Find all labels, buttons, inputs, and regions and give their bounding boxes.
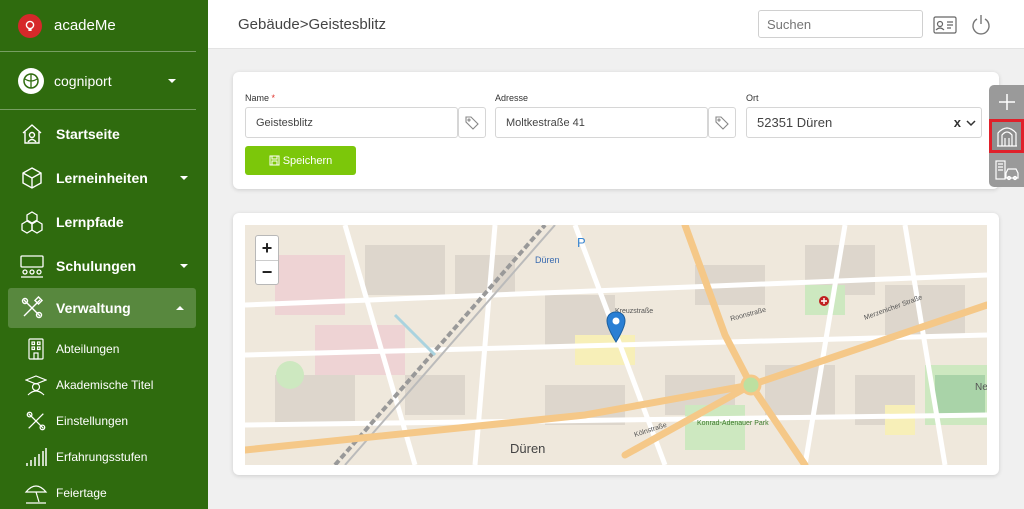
breadcrumb: Gebäude>Geistesblitz — [238, 16, 386, 33]
beach-umbrella-icon — [24, 481, 48, 505]
sidebar-item-label: Lerneinheiten — [56, 170, 148, 186]
add-button[interactable] — [989, 85, 1024, 119]
home-icon — [18, 120, 46, 148]
lightbulb-icon — [18, 13, 42, 38]
building-icon — [24, 337, 48, 361]
sidebar-item-label: Lernpfade — [56, 214, 124, 230]
sidebar-subitem-label: Einstellungen — [56, 414, 129, 428]
save-label: Speichern — [282, 154, 333, 167]
city-label: Ort — [746, 93, 759, 103]
chevron-up-icon — [176, 306, 184, 310]
sidebar-subitem-abteilungen[interactable]: Abteilungen — [0, 331, 208, 367]
sidebar-item-label: Startseite — [56, 126, 120, 142]
breadcrumb-current: Geistesblitz — [308, 16, 387, 33]
zoom-out-button[interactable]: − — [256, 260, 278, 284]
tag-icon[interactable] — [708, 107, 736, 138]
sidebar-subitem-label: Abteilungen — [56, 342, 120, 356]
map-label-parking: P — [577, 235, 586, 250]
plus-icon — [998, 94, 1015, 110]
building-entrance-button[interactable] — [989, 119, 1024, 153]
sidebar-item-startseite[interactable]: Startseite — [0, 112, 208, 156]
organization-name: cogniport — [54, 72, 112, 89]
id-card-icon[interactable] — [932, 12, 958, 38]
clear-icon[interactable]: x — [954, 115, 961, 130]
sidebar-subitem-label: Erfahrungsstufen — [56, 450, 148, 464]
tools-icon — [18, 294, 46, 322]
chevron-down-icon — [180, 264, 188, 268]
name-field[interactable]: Geistesblitz — [245, 107, 458, 138]
sidebar-item-label: Verwaltung — [56, 300, 131, 316]
sidebar-item-lerneinheiten[interactable]: Lerneinheiten — [0, 156, 208, 200]
floppy-icon — [269, 155, 280, 166]
tools-icon — [24, 409, 48, 433]
organization-selector[interactable]: cogniport — [0, 52, 196, 110]
chevron-down-icon[interactable] — [966, 116, 976, 131]
sidebar-subitem-label: Akademische Titel — [56, 378, 154, 392]
map[interactable]: Düren Düren P Konrad-Adenauer Park Ne Ro… — [245, 225, 987, 465]
sidebar-item-label: Schulungen — [56, 258, 137, 274]
breadcrumb-parent[interactable]: Gebäude — [238, 16, 300, 33]
name-label: Name * — [245, 93, 276, 103]
building-form: Name * Geistesblitz Adresse Moltkestraße… — [233, 72, 999, 189]
bars-icon — [24, 445, 48, 469]
main-nav: Startseite Lerneinheiten Lernpfade Schul… — [0, 110, 208, 509]
sidebar-item-lernpfade[interactable]: Lernpfade — [0, 200, 208, 244]
cubes-icon — [18, 208, 46, 236]
side-action-rail — [989, 85, 1024, 187]
search-input[interactable] — [758, 10, 923, 38]
sidebar-subitem-einstellungen[interactable]: Einstellungen — [0, 403, 208, 439]
map-label-park: Konrad-Adenauer Park — [697, 420, 769, 427]
sidebar-subitem-label: Feiertage — [56, 486, 107, 500]
power-icon[interactable] — [968, 12, 994, 38]
sidebar-subitem-erfahrungsstufen[interactable]: Erfahrungsstufen — [0, 439, 208, 475]
brand[interactable]: acadeMe — [0, 0, 196, 52]
address-field[interactable]: Moltkestraße 41 — [495, 107, 708, 138]
chevron-down-icon — [168, 78, 176, 83]
graduate-icon — [24, 373, 48, 397]
classroom-icon — [18, 252, 46, 280]
cube-icon — [18, 164, 46, 192]
city-select[interactable]: 52351 Düren x — [746, 107, 982, 138]
breadcrumb-separator: > — [299, 16, 309, 33]
zoom-control: + − — [255, 235, 279, 285]
tag-icon[interactable] — [458, 107, 486, 138]
building-car-icon — [994, 160, 1019, 181]
city-value: 52351 Düren — [757, 115, 833, 130]
top-header: Gebäude>Geistesblitz — [208, 0, 1024, 49]
building-parking-button[interactable] — [989, 153, 1024, 187]
app-name: acadeMe — [54, 17, 116, 34]
building-entrance-icon — [996, 127, 1017, 147]
sidebar-subitem-feiertage[interactable]: Feiertage — [0, 475, 208, 509]
organization-logo — [18, 67, 44, 94]
save-button[interactable]: Speichern — [245, 146, 356, 175]
map-marker-icon[interactable] — [606, 311, 626, 348]
address-label: Adresse — [495, 93, 529, 103]
map-card: Düren Düren P Konrad-Adenauer Park Ne Ro… — [233, 213, 999, 475]
sidebar-subitem-akademische-titel[interactable]: Akademische Titel — [0, 367, 208, 403]
map-label-station: Düren — [535, 255, 560, 265]
sidebar-item-schulungen[interactable]: Schulungen — [0, 244, 208, 288]
map-label-city: Düren — [510, 441, 545, 456]
sidebar: acadeMe cogniport Startseite Lerneinheit… — [0, 0, 208, 509]
chevron-down-icon — [180, 176, 188, 180]
sidebar-item-verwaltung[interactable]: Verwaltung — [8, 288, 196, 328]
map-label-ne: Ne — [975, 382, 987, 393]
zoom-in-button[interactable]: + — [256, 236, 278, 260]
